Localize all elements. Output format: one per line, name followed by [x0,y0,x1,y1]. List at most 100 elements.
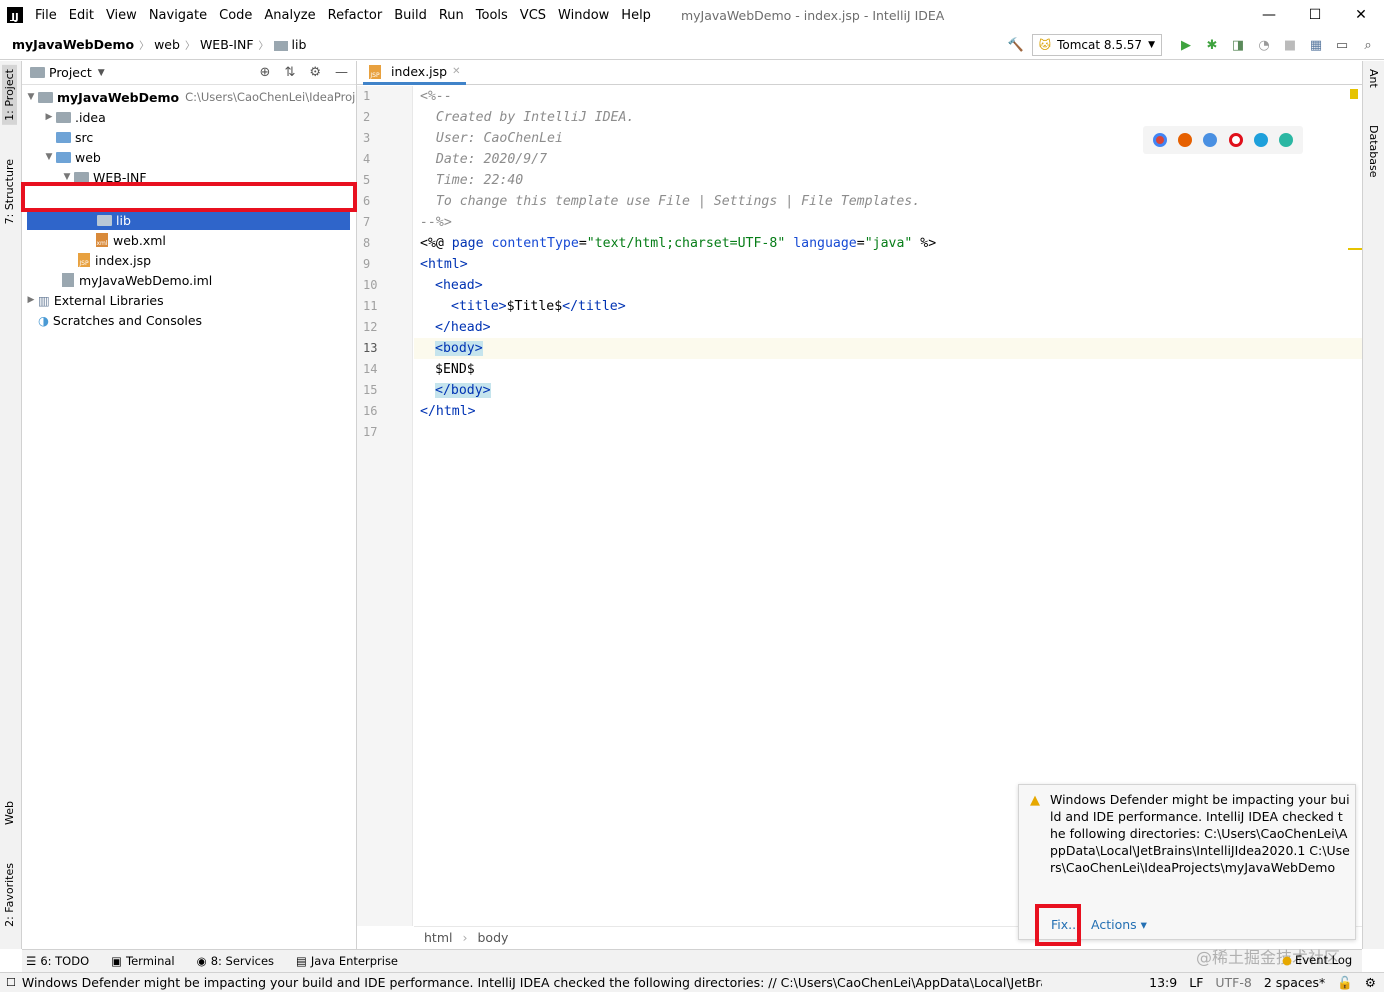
tree-item-idea[interactable]: ▶ .idea [42,107,106,127]
status-message[interactable]: Windows Defender might be impacting your… [22,975,1042,990]
code-token: <title> [451,299,507,314]
frame-icon[interactable]: ▭ [1332,35,1352,55]
minimize-button[interactable]: — [1246,0,1292,30]
tree-item-scratches[interactable]: ◑ Scratches and Consoles [38,310,202,330]
crumb-web-inf[interactable]: WEB-INF [200,37,254,52]
coverage-icon[interactable]: ◨ [1228,35,1248,55]
debug-icon[interactable]: ✱ [1202,35,1222,55]
crumb-web[interactable]: web [154,37,180,52]
build-hammer-icon[interactable]: 🔨 [1006,35,1026,55]
line-number: 12 [363,320,378,334]
crumb-lib[interactable]: lib [292,37,307,52]
tab-java-enterprise[interactable]: ▤ Java Enterprise [296,954,398,968]
crumb-project[interactable]: myJavaWebDemo [12,37,134,52]
line-number: 4 [363,152,371,166]
web-folder-icon [56,151,71,163]
tree-item-path: C:\Users\CaoChenLei\IdeaProj [185,90,356,104]
tab-ant[interactable]: Ant [1367,69,1380,88]
chevron-right-icon: 〉 [139,41,150,52]
code-line: <html> [420,257,468,272]
tree-item-web[interactable]: ▼ web [42,147,101,167]
tree-item-index-jsp[interactable]: JSP index.jsp [78,250,151,270]
safari-icon[interactable] [1203,133,1218,147]
menu-file[interactable]: File [29,8,63,23]
inspection-status-icon[interactable] [1350,89,1358,99]
breadcrumb-html[interactable]: html [424,930,452,945]
chevron-right-icon: 〉 [184,41,195,52]
chevron-down-icon[interactable]: ▼ [98,68,105,78]
locate-icon[interactable]: ⊕ [260,65,271,80]
chrome-icon[interactable] [1152,133,1167,147]
collapse-all-icon[interactable]: ⇅ [284,65,295,80]
caret-position[interactable]: 13:9 [1149,975,1177,991]
line-separator[interactable]: LF [1189,975,1203,991]
file-encoding[interactable]: UTF-8 [1215,975,1251,991]
jsp-file-icon: JSP [369,64,381,79]
tab-services[interactable]: ◉ 8: Services [197,954,274,968]
toggle-tool-windows-icon[interactable]: ☐ [6,976,16,989]
opera-icon[interactable] [1228,133,1243,147]
expanded-arrow-icon[interactable]: ▼ [24,92,38,102]
project-view-select[interactable]: Project [49,65,92,80]
tab-database[interactable]: Database [1367,125,1380,178]
git-icon[interactable]: ⚙ [1365,975,1376,991]
stop-icon[interactable]: ■ [1280,35,1300,55]
hide-icon[interactable]: — [335,65,348,80]
firefox-icon[interactable] [1177,133,1192,147]
indent-setting[interactable]: 2 spaces* [1264,975,1325,991]
tree-item-web-xml[interactable]: xml web.xml [96,230,166,250]
edge-icon[interactable] [1279,133,1294,147]
tree-item-lib[interactable]: lib [27,210,350,230]
expanded-arrow-icon[interactable]: ▼ [60,172,74,182]
tab-web[interactable]: Web [2,797,17,829]
tree-item-iml[interactable]: myJavaWebDemo.iml [62,270,212,290]
tab-todo[interactable]: ☰ 6: TODO [26,954,89,968]
menu-refactor[interactable]: Refactor [322,8,389,23]
menu-run[interactable]: Run [433,8,470,23]
expanded-arrow-icon[interactable]: ▼ [42,152,56,162]
warning-stripe-marker[interactable] [1348,248,1362,250]
menu-code[interactable]: Code [213,8,258,23]
tab-label: 8: Services [210,954,275,968]
menu-view[interactable]: View [100,8,143,23]
project-structure-icon[interactable]: ▦ [1306,35,1326,55]
ie-icon[interactable] [1253,133,1268,147]
menu-tools[interactable]: Tools [470,8,514,23]
tab-index-jsp[interactable]: JSP index.jsp ✕ [363,61,467,85]
menu-edit[interactable]: Edit [63,8,100,23]
tree-item-src[interactable]: src [56,127,93,147]
menu-window[interactable]: Window [552,8,615,23]
list-icon: ☰ [26,954,37,968]
line-number: 17 [363,425,378,439]
profile-icon[interactable]: ◔ [1254,35,1274,55]
run-icon[interactable]: ▶ [1176,35,1196,55]
search-icon[interactable]: ⌕ [1358,35,1378,55]
code-line: To change this template use File | Setti… [420,194,921,209]
menu-vcs[interactable]: VCS [514,8,552,23]
collapsed-arrow-icon[interactable]: ▶ [24,295,38,305]
event-log-button[interactable]: ● Event Log [1282,953,1352,967]
tree-item-external-libraries[interactable]: ▶ ▥ External Libraries [24,290,164,310]
code-line: </html> [420,404,476,419]
close-button[interactable]: ✕ [1338,0,1384,30]
run-configuration-select[interactable]: 🐱 Tomcat 8.5.57 ▼ [1031,34,1162,56]
tab-project[interactable]: 1: Project [2,65,17,125]
code-line: <head> [435,278,483,293]
menu-navigate[interactable]: Navigate [143,8,213,23]
tab-favorites[interactable]: 2: Favorites [2,859,17,931]
actions-link[interactable]: Actions ▾ [1091,917,1147,932]
close-tab-icon[interactable]: ✕ [452,66,460,77]
tree-item-project-root[interactable]: ▼ myJavaWebDemo C:\Users\CaoChenLei\Idea… [24,87,356,107]
menu-help[interactable]: Help [615,8,657,23]
gear-icon[interactable]: ⚙ [309,65,321,80]
code-line: Date: 2020/9/7 [420,152,548,167]
tree-item-label: myJavaWebDemo.iml [79,272,213,288]
breadcrumb-body[interactable]: body [477,930,508,945]
maximize-button[interactable]: ☐ [1292,0,1338,30]
collapsed-arrow-icon[interactable]: ▶ [42,112,56,122]
tab-structure[interactable]: 7: Structure [2,155,17,228]
menu-build[interactable]: Build [388,8,433,23]
lock-icon[interactable]: 🔓 [1337,975,1353,991]
tab-terminal[interactable]: ▣ Terminal [111,954,174,968]
menu-analyze[interactable]: Analyze [258,8,321,23]
